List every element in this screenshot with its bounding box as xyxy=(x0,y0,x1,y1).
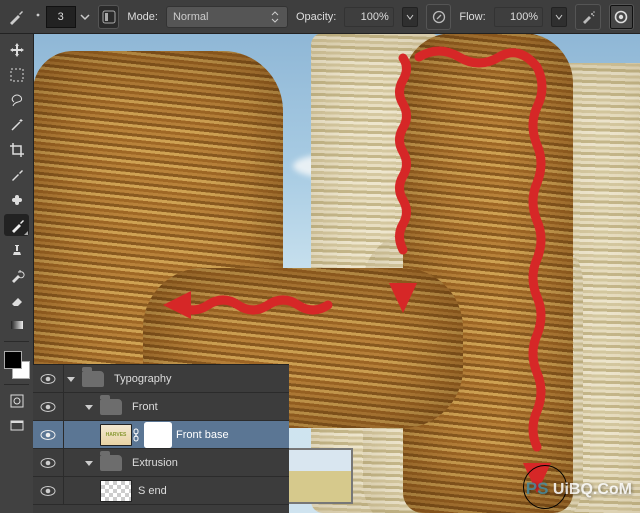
flow-label: Flow: xyxy=(459,11,485,23)
layer-s-end[interactable]: S end xyxy=(33,477,289,505)
brush-panel-toggle[interactable] xyxy=(98,5,120,29)
screen-mode-toggle[interactable] xyxy=(4,415,29,437)
crop-tool[interactable] xyxy=(4,139,29,161)
tablet-pressure-opacity-button[interactable] xyxy=(426,4,451,30)
layer-mask-thumbnail[interactable] xyxy=(146,424,170,446)
visibility-toggle[interactable] xyxy=(33,477,64,504)
flow-flyout-button[interactable] xyxy=(551,7,567,27)
chevron-down-icon xyxy=(406,13,414,21)
eyedropper-tool[interactable] xyxy=(4,164,29,186)
history-brush-tool[interactable] xyxy=(4,264,29,286)
clone-source-preview xyxy=(287,448,353,504)
folder-icon xyxy=(100,399,122,415)
gradient-tool[interactable] xyxy=(4,314,29,336)
toolbox xyxy=(0,33,34,513)
tablet-pressure-size-button[interactable] xyxy=(609,4,634,30)
flow-input[interactable]: 100% xyxy=(494,7,543,27)
link-icon[interactable] xyxy=(132,428,142,442)
layer-thumbnail[interactable]: HARVES xyxy=(100,424,132,446)
blend-mode-value: Normal xyxy=(173,11,208,23)
rectangular-marquee-tool[interactable] xyxy=(4,64,29,86)
brush-preset-picker[interactable]: 3 xyxy=(34,6,90,28)
layer-name: Front xyxy=(132,401,158,413)
layer-name: S end xyxy=(138,485,167,497)
layer-group-typography[interactable]: Typography xyxy=(33,365,289,393)
brush-tool[interactable] xyxy=(4,214,29,236)
dot-icon xyxy=(34,13,42,21)
layer-thumbnail[interactable] xyxy=(100,480,132,502)
folder-icon xyxy=(100,455,122,471)
opacity-input[interactable]: 100% xyxy=(344,7,393,27)
visibility-toggle[interactable] xyxy=(33,365,64,392)
eye-icon xyxy=(40,457,56,469)
expand-toggle-icon[interactable] xyxy=(64,374,78,384)
brush-size-value: 3 xyxy=(46,6,76,28)
quick-mask-toggle[interactable] xyxy=(4,390,29,412)
clone-stamp-tool[interactable] xyxy=(4,239,29,261)
chevron-down-icon xyxy=(555,13,563,21)
layer-name: Extrusion xyxy=(132,457,178,469)
blend-mode-dropdown[interactable]: Normal xyxy=(166,6,288,28)
layer-front-base[interactable]: HARVES Front base xyxy=(33,421,289,449)
eye-icon xyxy=(40,401,56,413)
layers-panel: Typography Front HARVES Front base Extru… xyxy=(33,364,289,513)
folder-icon xyxy=(82,371,104,387)
foreground-color-swatch[interactable] xyxy=(4,351,22,369)
spot-healing-brush-tool[interactable] xyxy=(4,189,29,211)
airbrush-button[interactable] xyxy=(575,4,600,30)
options-bar: 3 Mode: Normal Opacity: 100% Flow: 100% xyxy=(0,0,640,34)
dropdown-arrows-icon xyxy=(269,11,281,23)
layer-group-front[interactable]: Front xyxy=(33,393,289,421)
lasso-tool[interactable] xyxy=(4,89,29,111)
visibility-toggle[interactable] xyxy=(33,421,64,448)
eye-icon xyxy=(40,429,56,441)
eye-icon xyxy=(40,373,56,385)
eraser-tool[interactable] xyxy=(4,289,29,311)
magic-wand-tool[interactable] xyxy=(4,114,29,136)
chevron-down-icon xyxy=(80,12,90,22)
eye-icon xyxy=(40,485,56,497)
layer-group-extrusion[interactable]: Extrusion xyxy=(33,449,289,477)
watermark: PS UiBQ.CoM xyxy=(526,479,632,499)
layer-name: Front base xyxy=(176,429,229,441)
expand-toggle-icon[interactable] xyxy=(82,458,96,468)
move-tool[interactable] xyxy=(4,39,29,61)
layer-name: Typography xyxy=(114,373,171,385)
color-swatches[interactable] xyxy=(4,351,30,379)
mode-label: Mode: xyxy=(127,11,158,23)
visibility-toggle[interactable] xyxy=(33,449,64,476)
brush-tool-indicator-icon xyxy=(6,6,26,28)
expand-toggle-icon[interactable] xyxy=(82,402,96,412)
visibility-toggle[interactable] xyxy=(33,393,64,420)
opacity-flyout-button[interactable] xyxy=(402,7,418,27)
opacity-label: Opacity: xyxy=(296,11,336,23)
